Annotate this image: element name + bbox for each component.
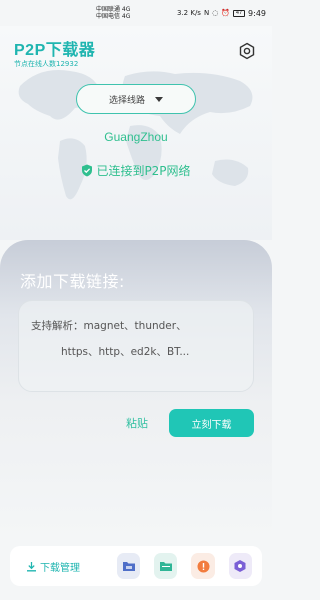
alarm-icon: ⏰ — [221, 9, 231, 17]
status-icons: 3.2 K/s N ◌ ⏰ 47 9:49 — [177, 9, 266, 18]
settings-icon — [239, 42, 255, 60]
route-select[interactable]: 选择线路 — [76, 84, 196, 114]
mute-icon: ◌ — [212, 9, 219, 17]
carrier-1: 中国联通 4G — [96, 6, 131, 13]
download-now-button[interactable]: 立刻下载 — [169, 409, 254, 437]
download-arrow-icon — [27, 561, 36, 571]
download-link-input[interactable]: 支持解析：magnet、thunder、 https、http、ed2k、BT.… — [18, 300, 254, 392]
alert-icon — [197, 560, 210, 572]
connection-status-text: 已连接到P2P网络 — [96, 164, 191, 178]
nfc-icon: N — [203, 9, 210, 17]
input-placeholder-line2: https、http、ed2k、BT... — [61, 346, 190, 358]
alert-button[interactable] — [191, 553, 215, 579]
download-card-title: 添加下载链接: — [20, 272, 125, 291]
status-bar: 中国联通 4G 中国电信 4G 3.2 K/s N ◌ ⏰ 47 9:49 — [0, 0, 272, 26]
connection-status: 已连接到P2P网络 — [0, 162, 272, 179]
files-icon — [159, 562, 172, 571]
download-manager-button[interactable]: 下载管理 — [26, 559, 103, 574]
battery-icon: 47 — [233, 9, 246, 17]
files-button[interactable] — [154, 553, 178, 579]
city-label: GuangZhou — [104, 130, 168, 144]
input-placeholder-line1: 支持解析：magnet、thunder、 — [31, 320, 187, 332]
folder-icon — [122, 562, 135, 571]
carrier-2: 中国电信 4G — [96, 13, 131, 20]
battery-level: 47 — [235, 9, 243, 16]
node-count: 节点在线人数12932 — [14, 60, 79, 68]
app-title: P2P下载器 — [14, 42, 96, 59]
folder-button[interactable] — [116, 553, 141, 579]
download-now-label: 立刻下载 — [191, 419, 232, 431]
status-time: 9:49 — [248, 8, 266, 18]
shield-check-icon — [82, 164, 93, 177]
paste-button[interactable]: 粘贴 — [126, 415, 148, 431]
network-speed: 3.2 K/s — [177, 9, 201, 17]
hexagon-icon — [234, 560, 246, 572]
download-manager-label: 下载管理 — [40, 562, 80, 574]
carrier-info: 中国联通 4G 中国电信 4G — [96, 6, 130, 20]
caret-down-icon — [155, 96, 163, 102]
settings-button[interactable] — [238, 42, 256, 60]
more-tools-button[interactable] — [228, 553, 253, 579]
route-select-label: 选择线路 — [108, 95, 145, 106]
bottom-toolbar: 下载管理 — [10, 546, 262, 586]
